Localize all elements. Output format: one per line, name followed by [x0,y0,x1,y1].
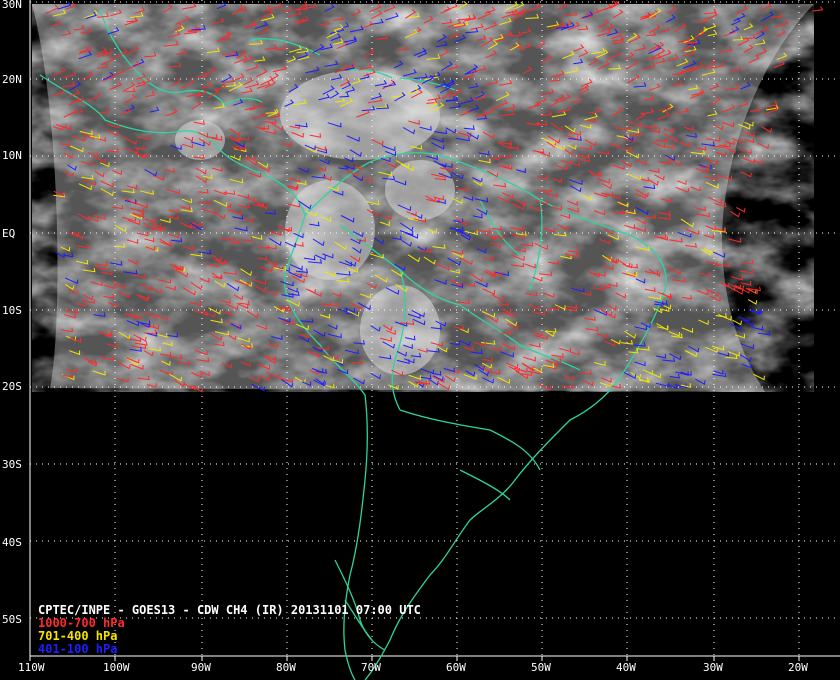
wind-barb [742,157,756,164]
lon-label-50w: 50W [531,661,551,674]
lat-label-10s: 10S [2,304,22,317]
legend-high-level: 401-100 hPa [38,642,118,656]
lat-label-10n: 10N [2,149,22,162]
lat-label-20s: 20S [2,380,22,393]
lon-label-40w: 40W [616,661,636,674]
wind-barb [740,343,755,350]
wind-barb [761,126,772,133]
lon-label-20w: 20W [788,661,808,674]
wind-barb [773,60,785,69]
wind-barb [811,5,824,12]
wind-barb [735,206,746,213]
satellite-map: 30N 20N 10N EQ 10S 20S 30S 40S 50S 110W … [0,0,840,680]
wind-barb [749,106,761,112]
wind-barb [766,101,778,108]
lon-label-70w: 70W [361,661,381,674]
wind-barb [732,319,742,326]
lon-label-80w: 80W [276,661,296,674]
wind-barb [744,121,754,127]
wind-barb [744,138,754,144]
wind-barb [740,149,752,154]
lon-label-30w: 30W [703,661,723,674]
lat-label-30s: 30S [2,458,22,471]
wind-barb [731,275,744,281]
wind-barb [730,211,740,218]
lat-label-30n: 30N [2,0,22,11]
wind-barb [747,299,758,305]
lat-label-50s: 50S [2,613,22,626]
wind-barb [728,238,742,243]
wind-barb [739,268,754,274]
lon-label-100w: 100W [103,661,130,674]
lon-label-90w: 90W [191,661,211,674]
wind-barb [740,171,752,178]
wind-barb [752,325,764,331]
wind-barb [758,330,771,336]
lat-label-40s: 40S [2,536,22,549]
wind-barb [756,142,769,150]
lat-label-eq: EQ [2,227,16,240]
lon-label-60w: 60W [446,661,466,674]
wind-barb [741,259,754,265]
wind-barb [740,281,752,286]
lat-label-20n: 20N [2,73,22,86]
wind-barb [776,52,788,60]
wind-barb [742,130,755,137]
lon-label-110w: 110W [18,661,45,674]
map-canvas [29,0,840,680]
